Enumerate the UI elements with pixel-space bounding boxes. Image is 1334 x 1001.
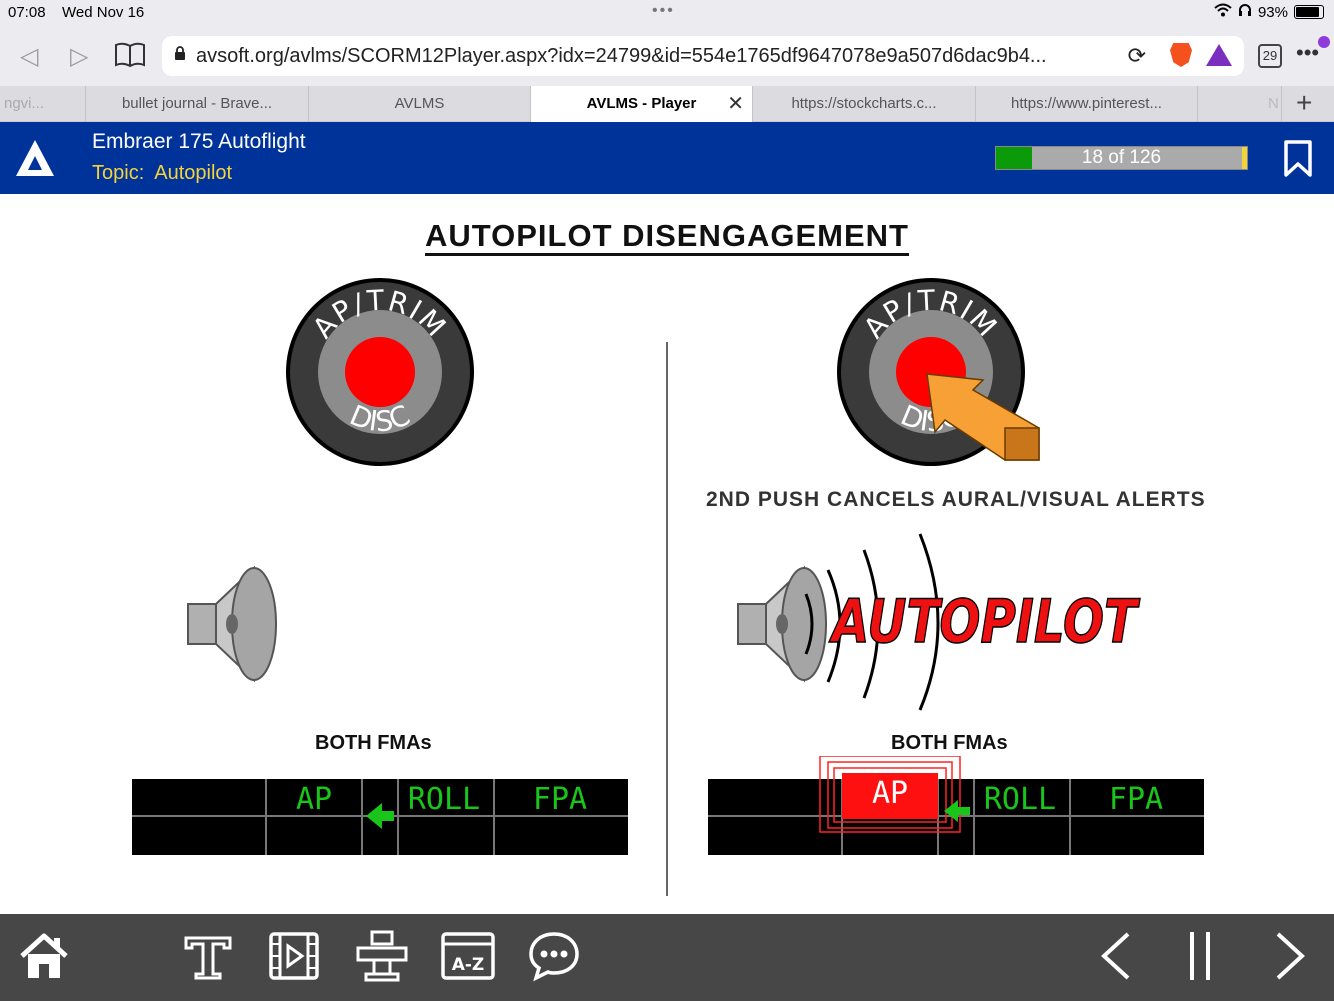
fma-roll-cell: ROLL xyxy=(984,782,1056,817)
aural-alert-graphic: AUTOPILOT xyxy=(737,533,1141,711)
status-time: 07:08 xyxy=(8,4,46,21)
back-icon[interactable]: ◁ xyxy=(20,42,38,71)
course-title: Embraer 175 Autoflight xyxy=(92,130,306,153)
home-icon[interactable] xyxy=(16,928,72,984)
course-header: Embraer 175 Autoflight Topic: Autopilot … xyxy=(0,122,1334,194)
status-date: Wed Nov 16 xyxy=(62,4,145,21)
slide-title: AUTOPILOT DISENGAGEMENT xyxy=(0,218,1334,256)
forward-icon[interactable]: ▷ xyxy=(70,42,88,71)
ap-trim-disc-button-left: AP/TRIM DISC xyxy=(286,278,474,466)
progress-text: 18 of 126 xyxy=(1081,147,1162,168)
autopilot-aural-text: AUTOPILOT xyxy=(829,587,1140,657)
lock-icon xyxy=(174,46,186,66)
ap-trim-disc-button-right: AP/TRIM DISC xyxy=(837,278,1040,466)
video-icon[interactable] xyxy=(266,928,322,984)
url-text[interactable]: avsoft.org/avlms/SCORM12Player.aspx?idx=… xyxy=(196,45,1116,68)
text-icon[interactable] xyxy=(180,928,236,984)
chat-icon[interactable] xyxy=(526,928,582,984)
tab-bullet-journal[interactable]: bullet journal - Brave... xyxy=(86,86,309,122)
wifi-icon xyxy=(1214,3,1232,21)
battery-icon xyxy=(1294,5,1324,19)
fma-label-right: BOTH FMAs xyxy=(891,732,1008,754)
tab-label: AVLMS - Player xyxy=(586,95,697,112)
right-caption: 2ND PUSH CANCELS AURAL/VISUAL ALERTS xyxy=(706,488,1206,511)
speaker-icon-left xyxy=(187,565,277,683)
bookmarks-book-icon[interactable] xyxy=(114,42,146,75)
fma-ap-cell-alert: AP xyxy=(872,776,908,811)
progress-bar: 18 of 126 xyxy=(995,146,1248,170)
next-icon[interactable] xyxy=(1262,928,1318,984)
player-toolbar: A-Z xyxy=(0,914,1334,1001)
pause-icon[interactable] xyxy=(1172,928,1228,984)
brave-rewards-icon[interactable] xyxy=(1206,44,1232,66)
topic-value: Autopilot xyxy=(154,162,233,184)
notification-dot-icon xyxy=(1318,36,1330,48)
fma-label-left: BOTH FMAs xyxy=(315,732,432,754)
tab-pinterest[interactable]: https://www.pinterest... xyxy=(976,86,1198,122)
presenter-icon[interactable] xyxy=(354,928,410,984)
close-tab-icon[interactable]: ✕ xyxy=(727,86,744,122)
browser-toolbar: ◁ ▷ avsoft.org/avlms/SCORM12Player.aspx?… xyxy=(0,26,1334,86)
topic-line: Topic: Autopilot xyxy=(92,162,232,185)
tab-avlms-player[interactable]: AVLMS - Player ✕ xyxy=(531,86,753,122)
tab-ngvi[interactable]: ngvi... xyxy=(0,86,86,122)
multitask-dots-icon[interactable]: ••• xyxy=(652,2,675,20)
topic-label: Topic: xyxy=(92,162,145,184)
tab-strip: ngvi... bullet journal - Brave... AVLMS … xyxy=(0,86,1334,122)
previous-icon[interactable] xyxy=(1090,928,1146,984)
fma-fpa-cell: FPA xyxy=(533,782,587,817)
fma-ap-cell: AP xyxy=(296,782,332,817)
headphones-icon xyxy=(1238,3,1252,21)
reload-icon[interactable]: ⟳ xyxy=(1128,43,1146,69)
tab-count-button[interactable]: 29 xyxy=(1258,44,1282,68)
bookmark-icon[interactable] xyxy=(1282,140,1314,178)
brave-shield-icon[interactable] xyxy=(1170,43,1192,67)
slide-content: AUTOPILOT DISENGAGEMENT AP/TRIM DISC AP/… xyxy=(0,194,1334,914)
glossary-text: A-Z xyxy=(452,955,485,975)
fma-roll-cell: ROLL xyxy=(408,782,480,817)
tab-stockcharts[interactable]: https://stockcharts.c... xyxy=(753,86,976,122)
status-bar: 07:08 Wed Nov 16 ••• 93% xyxy=(0,0,1334,26)
fma-display-right: AP ROLL FPA xyxy=(708,756,1204,855)
tab-avlms[interactable]: AVLMS xyxy=(309,86,531,122)
glossary-icon[interactable]: A-Z xyxy=(440,928,496,984)
avsoft-logo-icon xyxy=(16,140,54,176)
fma-fpa-cell: FPA xyxy=(1109,782,1163,817)
center-divider xyxy=(666,342,668,896)
more-menu-icon[interactable]: ••• xyxy=(1296,40,1319,66)
fma-display-left: AP ROLL FPA xyxy=(132,779,628,855)
tab-partial[interactable]: N xyxy=(1198,86,1282,122)
url-field[interactable]: avsoft.org/avlms/SCORM12Player.aspx?idx=… xyxy=(162,36,1244,76)
new-tab-icon[interactable]: + xyxy=(1296,89,1312,117)
battery-percent: 93% xyxy=(1257,3,1288,21)
